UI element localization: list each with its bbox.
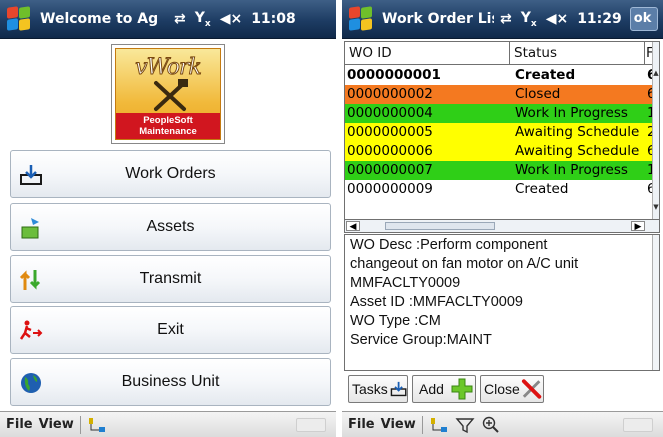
logo-wordmark: vWork xyxy=(135,55,203,81)
welcome-screen: Welcome to Ag ⇄ Yx ◀× 11:08 vWork People… xyxy=(0,0,336,437)
close-tools-icon xyxy=(521,379,542,399)
scroll-left-icon[interactable]: ◀ xyxy=(346,221,360,232)
windows-start-icon[interactable] xyxy=(6,6,32,32)
assets-label: Assets xyxy=(146,218,195,235)
table-row[interactable]: 0000000005 Awaiting Schedule 2 xyxy=(345,123,655,142)
table-row[interactable]: 0000000002 Closed 6 xyxy=(345,85,655,104)
view-menu[interactable]: View xyxy=(381,417,416,432)
volume-icon[interactable]: ◀× xyxy=(546,11,569,27)
connectivity-icon[interactable]: ⇄ xyxy=(174,11,186,27)
volume-icon[interactable]: ◀× xyxy=(220,11,243,27)
business-unit-label: Business Unit xyxy=(121,373,220,390)
toolbar-separator xyxy=(79,415,81,434)
zoom-in-icon[interactable] xyxy=(481,416,501,434)
scroll-right-icon[interactable]: ▶ xyxy=(631,221,645,232)
grid-vertical-scrollbar[interactable]: ▲ ▼ xyxy=(652,42,659,232)
title-bar: Work Order List ⇄ Yx ◀× 11:29 ok xyxy=(342,0,663,39)
assets-button[interactable]: Assets xyxy=(10,203,331,251)
title-bar: Welcome to Ag ⇄ Yx ◀× 11:08 xyxy=(0,0,336,39)
wo-id-cell: 0000000004 xyxy=(347,105,433,121)
window-title: Work Order List xyxy=(382,11,494,27)
detail-line: Asset ID :MMFACLTY0009 xyxy=(350,294,523,310)
work-orders-icon xyxy=(390,381,407,397)
work-orders-label: Work Orders xyxy=(125,165,216,182)
grid-body: 0000000001Created60000000002Closed600000… xyxy=(345,66,655,199)
scroll-down-icon[interactable]: ▼ xyxy=(653,202,659,212)
view-menu[interactable]: View xyxy=(39,417,74,432)
grid-header: WO ID Status F xyxy=(345,42,655,65)
grid-horizontal-scrollbar[interactable]: ◀ ▶ xyxy=(345,219,659,232)
transmit-button[interactable]: Transmit xyxy=(10,255,331,303)
table-row[interactable]: 0000000009 Created 6 xyxy=(345,180,655,199)
status-cell: Awaiting Schedule xyxy=(515,143,640,159)
tools-icon xyxy=(154,79,188,111)
exit-button[interactable]: Exit xyxy=(10,306,331,354)
tasks-label: Tasks xyxy=(352,381,388,397)
scroll-thumb[interactable] xyxy=(385,222,495,230)
keyboard-icon[interactable] xyxy=(296,418,326,432)
logo-banner: PeopleSoft Maintenance xyxy=(116,113,220,139)
table-row[interactable]: 0000000004 Work In Progress 1 xyxy=(345,104,655,123)
bottom-toolbar: File View xyxy=(0,411,336,437)
status-cell: Work In Progress xyxy=(515,105,628,121)
signal-icon[interactable]: Yx xyxy=(521,10,537,29)
work-order-grid[interactable]: WO ID Status F 0000000001Created60000000… xyxy=(344,41,660,233)
transmit-label: Transmit xyxy=(139,270,202,287)
close-button[interactable]: Close xyxy=(480,375,544,403)
add-button[interactable]: Add xyxy=(412,375,476,403)
work-orders-button[interactable]: Work Orders xyxy=(10,150,331,198)
status-cell: Created xyxy=(515,181,569,197)
detail-line: WO Desc :Perform component xyxy=(350,237,548,253)
wo-id-cell: 0000000007 xyxy=(347,162,433,178)
table-row[interactable]: 0000000006 Awaiting Schedule 6 xyxy=(345,142,655,161)
work-order-list-screen: Work Order List ⇄ Yx ◀× 11:29 ok WO ID S… xyxy=(342,0,663,437)
business-unit-button[interactable]: Business Unit xyxy=(10,358,331,406)
scroll-up-icon[interactable]: ▲ xyxy=(653,68,659,78)
status-cell: Work In Progress xyxy=(515,162,628,178)
detail-line: changeout on fan motor on A/C unit xyxy=(350,256,579,272)
work-order-details: WO Desc :Perform component changeout on … xyxy=(344,234,660,371)
windows-start-icon[interactable] xyxy=(348,6,374,32)
wo-id-cell: 0000000001 xyxy=(347,67,441,83)
wo-id-cell: 0000000005 xyxy=(347,124,433,140)
table-row[interactable]: 0000000007 Work In Progress 1 xyxy=(345,161,655,180)
clock[interactable]: 11:29 xyxy=(577,11,622,27)
wo-id-cell: 0000000002 xyxy=(347,86,433,102)
keyboard-icon[interactable] xyxy=(623,418,653,432)
tasks-button[interactable]: Tasks xyxy=(348,375,408,403)
bottom-toolbar: File View xyxy=(342,411,663,437)
table-row[interactable]: 0000000001Created6 xyxy=(345,66,655,85)
file-menu[interactable]: File xyxy=(6,417,33,432)
app-logo: vWork PeopleSoft Maintenance xyxy=(111,44,225,144)
window-title: Welcome to Ag xyxy=(40,11,159,27)
plus-icon xyxy=(451,378,473,400)
status-cell: Created xyxy=(515,67,576,83)
detail-line: MMFACLTY0009 xyxy=(350,275,461,291)
column-header-status[interactable]: Status xyxy=(510,42,645,64)
filter-icon[interactable] xyxy=(455,416,475,434)
file-menu[interactable]: File xyxy=(348,417,375,432)
detail-line: Service Group:MAINT xyxy=(350,332,492,348)
status-cell: Closed xyxy=(515,86,561,102)
hierarchy-icon[interactable] xyxy=(87,416,107,434)
ok-button[interactable]: ok xyxy=(629,7,658,31)
add-label: Add xyxy=(419,381,444,397)
wo-id-cell: 0000000009 xyxy=(347,181,433,197)
connectivity-icon[interactable]: ⇄ xyxy=(500,11,512,27)
detail-line: WO Type :CM xyxy=(350,313,441,329)
wo-id-cell: 0000000006 xyxy=(347,143,433,159)
exit-label: Exit xyxy=(157,321,184,338)
signal-icon[interactable]: Yx xyxy=(195,10,211,29)
details-scrollbar[interactable] xyxy=(652,235,659,370)
column-header-wo-id[interactable]: WO ID xyxy=(345,42,510,64)
status-cell: Awaiting Schedule xyxy=(515,124,640,140)
toolbar-separator xyxy=(421,415,423,434)
hierarchy-icon[interactable] xyxy=(429,416,449,434)
close-label: Close xyxy=(484,381,520,397)
clock[interactable]: 11:08 xyxy=(251,11,296,27)
